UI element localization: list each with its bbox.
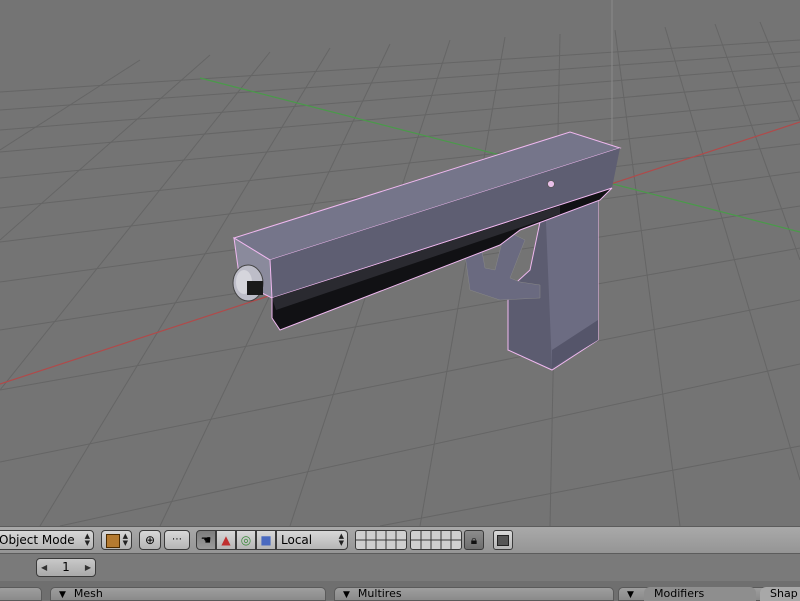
layer-grid-2	[411, 531, 461, 549]
orientation-dropdown-arrows-icon: ▲ ▼	[338, 532, 344, 547]
multires-panel-header[interactable]: ▼ Multires	[334, 587, 614, 601]
scale-manipulator-button[interactable]: ■	[256, 530, 276, 550]
pivot-crosshair-icon: ⊕	[144, 533, 156, 547]
hand-icon: ☚	[200, 533, 212, 547]
mesh-panel-header[interactable]: ▼ Mesh	[50, 587, 326, 601]
pistol-mesh[interactable]	[232, 131, 622, 371]
panel-header-left[interactable]	[0, 587, 42, 601]
frame-decrement-icon[interactable]: ◀	[41, 559, 47, 576]
orientation-label: Local	[281, 533, 313, 547]
render-icon	[497, 535, 509, 546]
tab-shape-label: Shap	[770, 587, 798, 600]
mode-dropdown-arrows-icon: ▲ ▼	[84, 532, 90, 547]
tab-modifiers-label: Modifiers	[654, 587, 705, 600]
lock-layers-button[interactable]: 🔒︎	[464, 530, 484, 550]
current-frame-field[interactable]: ◀ 1 ▶	[36, 558, 96, 577]
buttons-panels-area: ▼ Mesh ▼ Multires ▼ Modifiers Shap	[0, 581, 800, 601]
frame-bar: ◀ 1 ▶	[0, 553, 800, 581]
tab-shape[interactable]: Shap	[760, 587, 800, 601]
snap-dots-icon: ⋯	[172, 534, 182, 545]
mode-selector[interactable]: Object Mode ▲ ▼	[0, 530, 94, 550]
translate-manipulator-button[interactable]: ▲	[216, 530, 236, 550]
layer-grid-1	[356, 531, 406, 549]
3d-viewport[interactable]	[0, 0, 800, 526]
translate-triangle-icon: ▲	[221, 533, 231, 547]
manipulator-toggle-button[interactable]: ☚	[196, 530, 216, 550]
scene-canvas[interactable]	[0, 0, 800, 526]
collapse-triangle-icon: ▼	[627, 590, 634, 600]
multires-panel-label: Multires	[357, 587, 402, 600]
pivot-button[interactable]: ⊕	[139, 530, 161, 550]
tab-modifiers[interactable]: Modifiers	[644, 587, 756, 601]
layer-buttons-group-1[interactable]	[355, 530, 407, 550]
collapse-triangle-icon: ▼	[343, 590, 350, 600]
snap-button[interactable]: ⋯	[164, 530, 190, 550]
rotate-manipulator-button[interactable]: ◎	[236, 530, 256, 550]
object-origin[interactable]	[547, 180, 555, 188]
cube-object-icon	[106, 534, 120, 548]
frame-increment-icon[interactable]: ▶	[85, 559, 91, 576]
object-menu-arrows-icon: ▲ ▼	[122, 532, 128, 547]
collapse-triangle-icon: ▼	[59, 590, 66, 600]
mesh-panel-label: Mesh	[73, 587, 103, 600]
scale-square-icon: ■	[260, 533, 272, 547]
mode-label: Object Mode	[0, 533, 75, 547]
lock-icon: 🔒︎	[470, 533, 478, 547]
object-menu-button[interactable]: ▲ ▼	[101, 530, 132, 550]
layer-buttons-group-2[interactable]	[410, 530, 462, 550]
viewport-header: Object Mode ▲ ▼ ▲ ▼ ⊕ ⋯ ☚ ▲ ◎ ■ Local ▲ ▼	[0, 526, 800, 553]
render-preview-button[interactable]	[493, 530, 513, 550]
rotate-circle-icon: ◎	[240, 533, 252, 547]
orientation-selector[interactable]: Local ▲ ▼	[276, 530, 348, 550]
current-frame-value: 1	[62, 560, 70, 574]
